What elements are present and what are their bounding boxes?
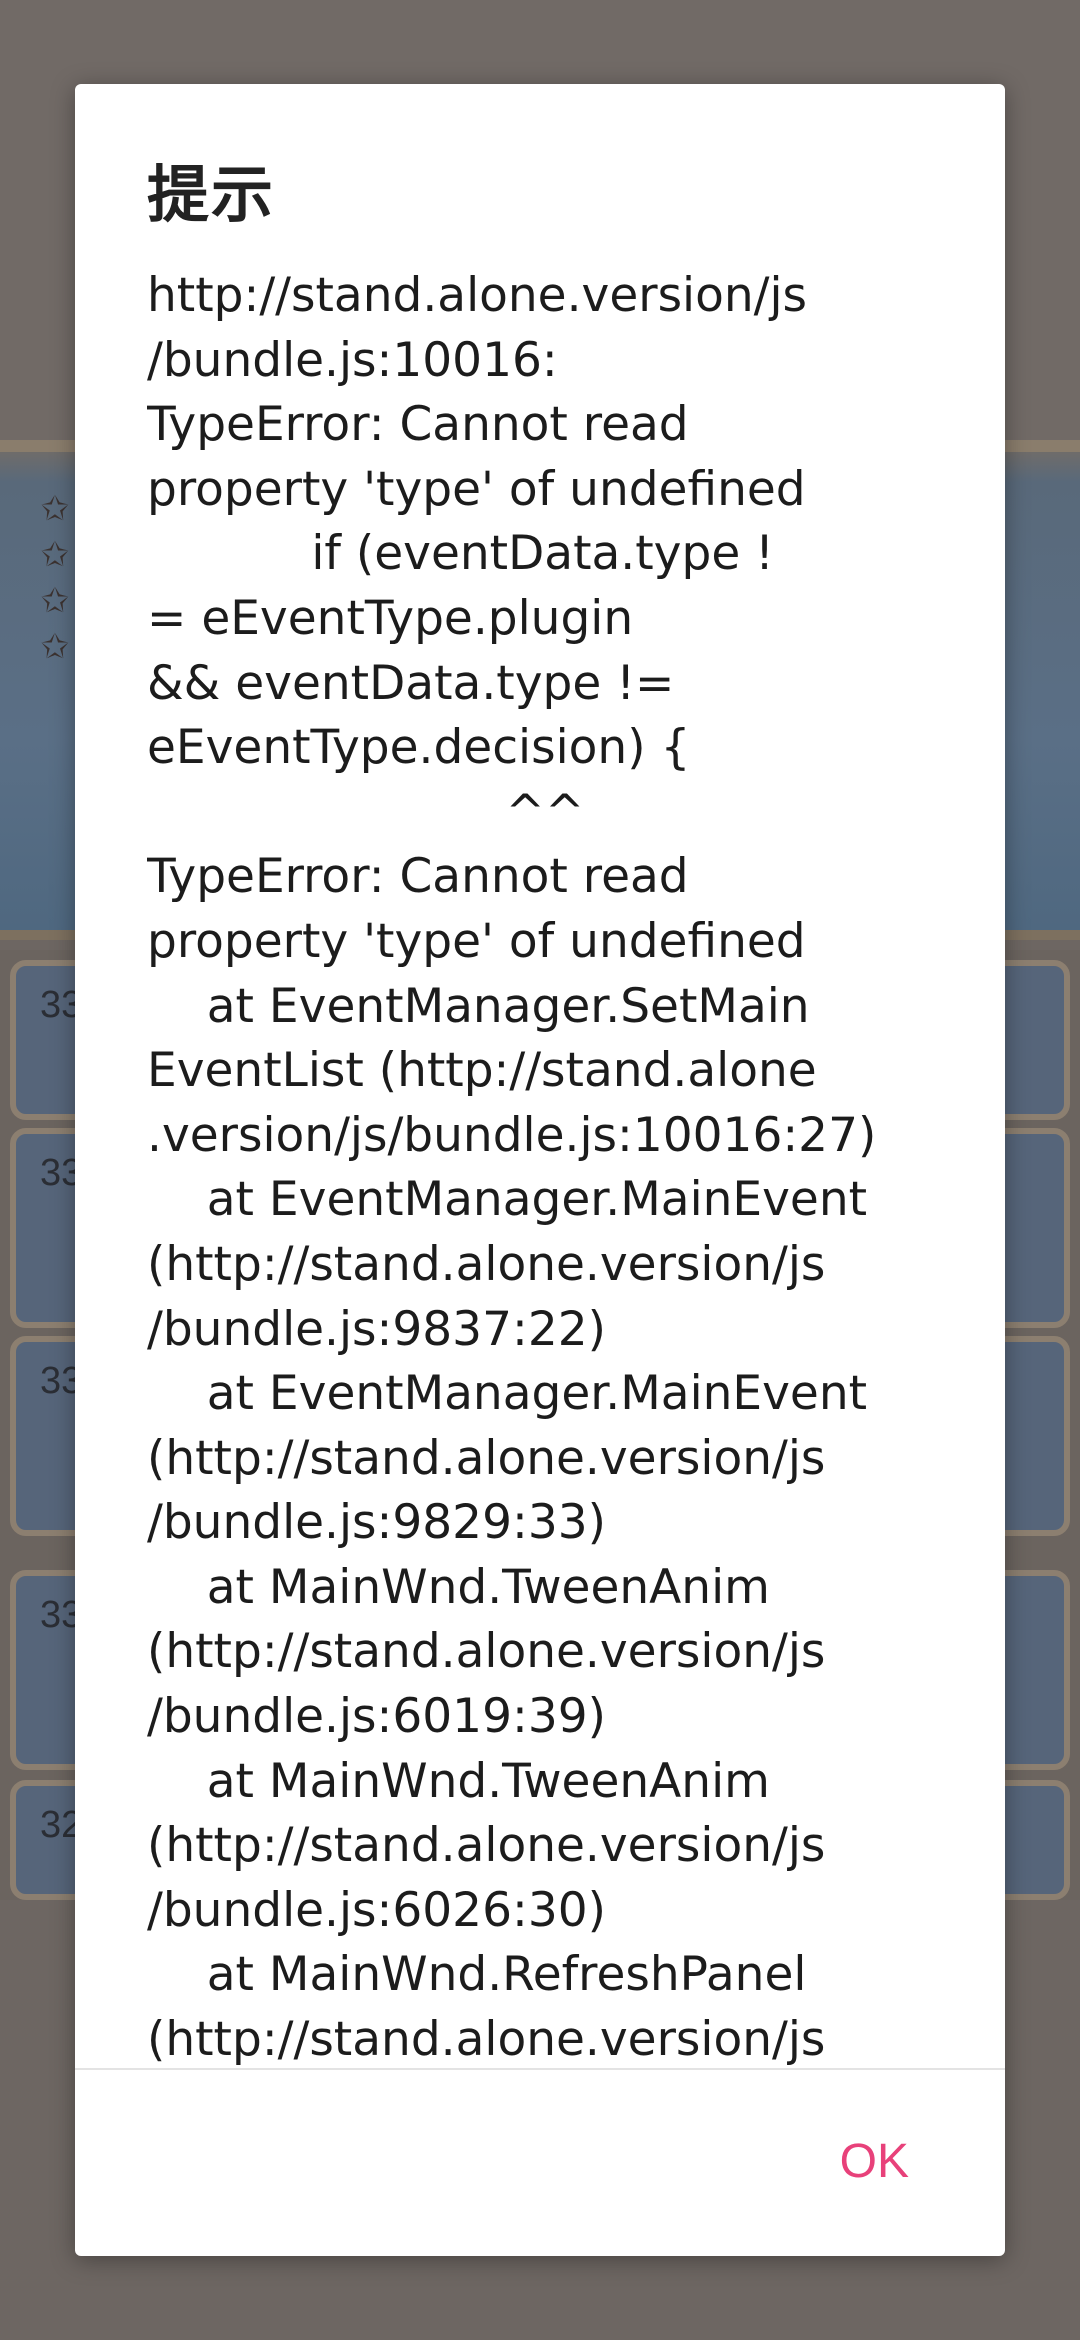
message-line: /bundle.js:10016:: [147, 332, 558, 388]
dialog-title: 提示: [147, 158, 276, 231]
message-line: property 'type' of undefined: [147, 461, 806, 517]
message-line: /bundle.js:9829:33): [147, 1495, 606, 1551]
message-line: (http://stand.alone.version/js: [147, 1818, 826, 1874]
message-line: at MainWnd.TweenAnim: [147, 1559, 770, 1615]
message-line: ^^: [147, 784, 585, 840]
message-line: at EventManager.MainEvent: [147, 1366, 868, 1422]
message-line: eEventType.decision) {: [147, 720, 691, 776]
message-line: .version/js/bundle.js:10016:27): [147, 1107, 877, 1163]
dialog-message: http://stand.alone.version/js /bundle.js…: [147, 264, 967, 2073]
message-line: && eventData.type !=: [147, 655, 675, 711]
message-line: at MainWnd.TweenAnim: [147, 1753, 770, 1809]
dialog-message-scroll[interactable]: http://stand.alone.version/js /bundle.js…: [147, 264, 967, 2149]
star-icon: ✩: [40, 490, 70, 528]
message-line: TypeError: Cannot read: [147, 397, 689, 453]
message-line: at EventManager.MainEvent: [147, 1172, 868, 1228]
message-line: TypeError: Cannot read: [147, 849, 689, 905]
message-line: at EventManager.SetMain: [147, 978, 810, 1034]
message-line: = eEventType.plugin: [147, 590, 634, 646]
star-icon: ✩: [40, 536, 70, 574]
dialog-divider: [75, 2068, 1005, 2070]
message-line: EventList (http://stand.alone: [147, 1043, 817, 1099]
message-line: at MainWnd.RefreshPanel: [147, 1947, 807, 2003]
message-line: /bundle.js:6019:39): [147, 1689, 606, 1745]
message-line: if (eventData.type !: [147, 526, 775, 582]
message-line: /bundle.js:9837:22): [147, 1301, 606, 1357]
message-line: (http://stand.alone.version/js: [147, 1624, 826, 1680]
star-icon: ✩: [40, 582, 70, 620]
star-icon: ✩: [40, 628, 70, 666]
message-line: (http://stand.alone.version/js: [147, 1430, 826, 1486]
message-line: (http://stand.alone.version/js: [147, 1236, 826, 1292]
error-dialog: 提示 http://stand.alone.version/js /bundle…: [75, 84, 1005, 2256]
message-line: http://stand.alone.version/js: [147, 268, 808, 323]
message-line: /bundle.js:6026:30): [147, 1882, 606, 1938]
message-line: (http://stand.alone.version/js: [147, 2012, 826, 2068]
message-line: property 'type' of undefined: [147, 913, 806, 969]
ok-button[interactable]: OK: [840, 2134, 909, 2189]
